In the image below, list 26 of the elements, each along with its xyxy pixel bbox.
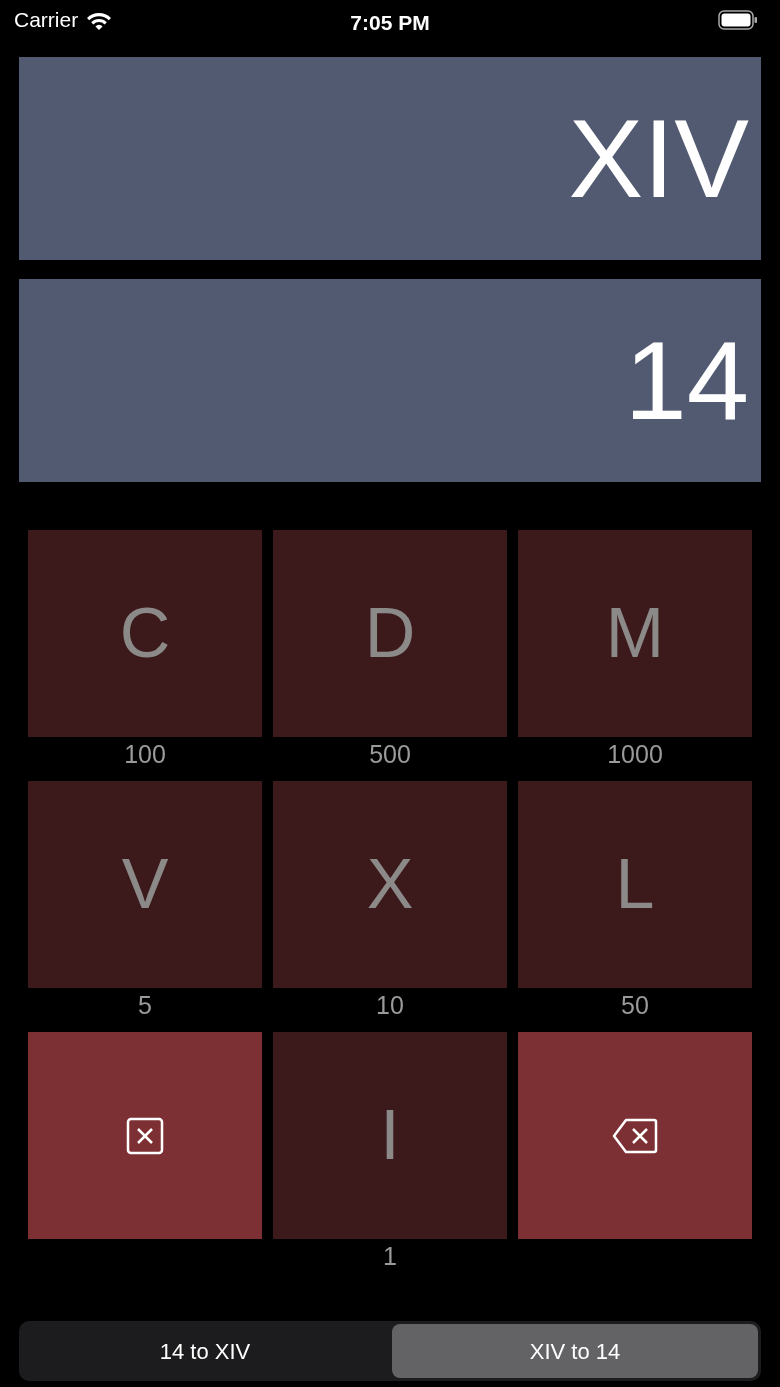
value-label: 1: [383, 1241, 397, 1272]
numeral-key[interactable]: C: [28, 530, 262, 737]
display-value: 14: [624, 324, 749, 437]
segment-tab[interactable]: XIV to 14: [392, 1324, 758, 1378]
status-time: 7:05 PM: [350, 10, 430, 36]
value-label: 1000: [607, 739, 663, 770]
numeral-key[interactable]: I: [273, 1032, 507, 1239]
clear-icon: [126, 1116, 164, 1155]
battery-icon: [718, 10, 758, 30]
numeral-key[interactable]: X: [273, 781, 507, 988]
carrier-text: Carrier: [14, 7, 79, 34]
value-label: 5: [138, 990, 152, 1021]
value-label: 50: [621, 990, 649, 1021]
display-value: XIV: [568, 102, 749, 215]
numeral-key[interactable]: V: [28, 781, 262, 988]
numeral-key[interactable]: L: [518, 781, 752, 988]
clear-button[interactable]: [28, 1032, 262, 1239]
value-label: 500: [369, 739, 411, 770]
value-label: 10: [376, 990, 404, 1021]
numeral-key[interactable]: D: [273, 530, 507, 737]
value-label: 100: [124, 739, 166, 770]
wifi-icon: [86, 10, 113, 30]
backspace-button[interactable]: [518, 1032, 752, 1239]
backspace-icon: [612, 1117, 658, 1154]
segment-tab[interactable]: 14 to XIV: [22, 1324, 388, 1378]
numeral-key[interactable]: M: [518, 530, 752, 737]
